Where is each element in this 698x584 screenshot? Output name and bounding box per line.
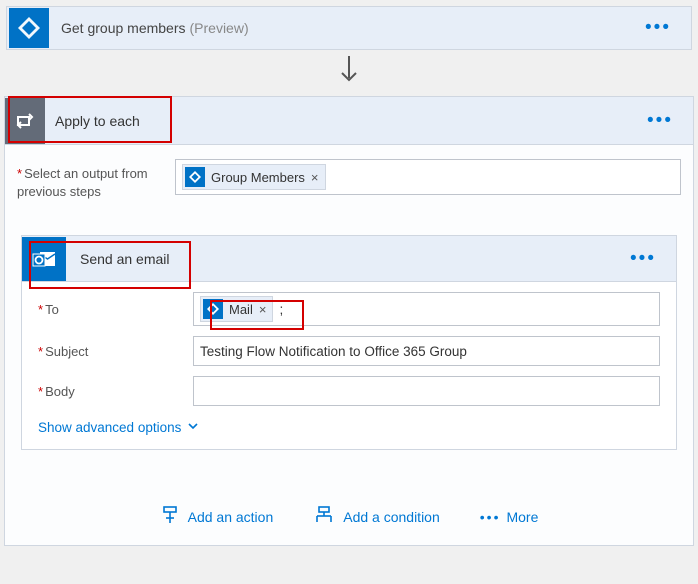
send-email-title: Send an email <box>80 251 170 267</box>
step-title: Get group members <box>61 20 186 36</box>
arrow-down-icon <box>0 56 698 90</box>
subject-row: *Subject Testing Flow Notification to Of… <box>38 336 660 366</box>
send-email-card: Send an email ••• *To Mail × ; <box>21 235 677 450</box>
to-row: *To Mail × ; <box>38 292 660 326</box>
body-input[interactable] <box>193 376 660 406</box>
more-dots-icon: ••• <box>480 509 501 525</box>
select-output-row: *Select an output from previous steps Gr… <box>17 159 681 201</box>
send-email-header[interactable]: Send an email ••• <box>22 236 676 282</box>
add-action-icon <box>160 506 180 527</box>
outlook-icon <box>22 237 66 281</box>
preview-label: (Preview) <box>190 20 249 36</box>
apply-to-each-header[interactable]: Apply to each ••• <box>5 97 693 145</box>
body-row: *Body <box>38 376 660 406</box>
to-suffix: ; <box>279 302 283 317</box>
azure-ad-icon <box>9 8 49 48</box>
azure-ad-chip-icon-2 <box>203 299 223 319</box>
body-label: *Body <box>38 384 193 399</box>
apply-to-each-container: Apply to each ••• *Select an output from… <box>4 96 694 546</box>
chip-mail[interactable]: Mail × <box>200 296 273 322</box>
to-label: *To <box>38 302 193 317</box>
step-menu-icon[interactable]: ••• <box>645 17 671 39</box>
more-link[interactable]: ••• More <box>480 506 539 527</box>
chevron-down-icon <box>187 420 199 435</box>
chip-remove-icon[interactable]: × <box>311 170 319 185</box>
loop-icon <box>5 98 45 144</box>
select-output-input[interactable]: Group Members × <box>175 159 681 195</box>
apply-menu-icon[interactable]: ••• <box>647 110 673 132</box>
add-condition-icon <box>313 506 335 527</box>
to-input[interactable]: Mail × ; <box>193 292 660 326</box>
send-email-menu-icon[interactable]: ••• <box>630 248 656 270</box>
chip-group-members[interactable]: Group Members × <box>182 164 326 190</box>
select-output-label: *Select an output from previous steps <box>17 159 175 201</box>
subject-label: *Subject <box>38 344 193 359</box>
step-get-group-members[interactable]: Get group members (Preview) ••• <box>6 6 692 50</box>
add-condition-link[interactable]: Add a condition <box>313 506 440 527</box>
chip-mail-remove-icon[interactable]: × <box>259 302 267 317</box>
show-advanced-options-link[interactable]: Show advanced options <box>38 420 199 435</box>
footer-actions: Add an action Add a condition ••• More <box>5 506 693 527</box>
chip-mail-label: Mail <box>229 302 253 317</box>
azure-ad-chip-icon <box>185 167 205 187</box>
subject-input[interactable]: Testing Flow Notification to Office 365 … <box>193 336 660 366</box>
apply-title: Apply to each <box>55 113 140 129</box>
add-action-link[interactable]: Add an action <box>160 506 274 527</box>
chip-label: Group Members <box>211 170 305 185</box>
